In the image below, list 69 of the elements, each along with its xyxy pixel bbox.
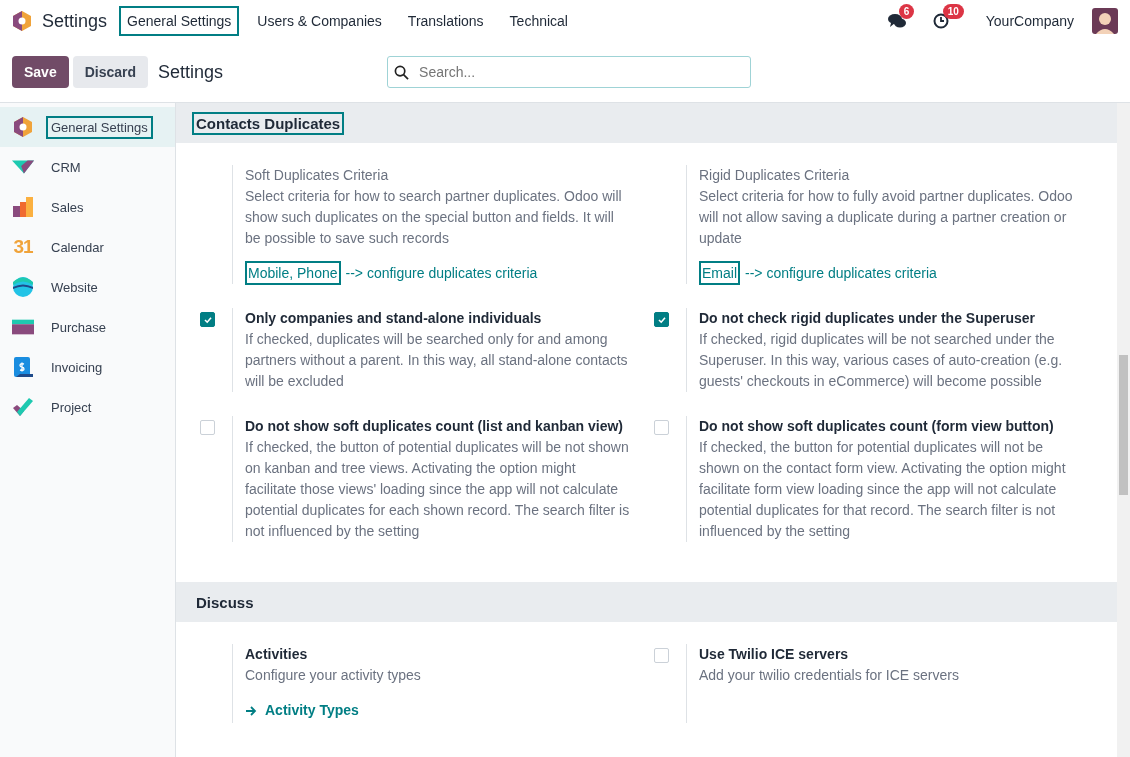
calendar-icon: 31 — [12, 236, 34, 258]
sidebar-label[interactable]: Invoicing — [46, 355, 108, 379]
clock-icon[interactable] — [931, 13, 950, 29]
sidebar-item[interactable]: Invoicing — [0, 347, 175, 387]
section-title: Discuss — [195, 592, 255, 613]
setting-title: Rigid Duplicates Criteria — [699, 166, 851, 185]
criteria-value[interactable]: Email — [699, 261, 740, 285]
checkmark-icon — [12, 396, 34, 418]
app-title[interactable]: Settings — [42, 10, 108, 32]
scrollbar-thumb[interactable] — [1119, 355, 1128, 495]
activity-types-link[interactable]: Activity Types — [245, 700, 359, 721]
setting-title: Use Twilio ICE servers — [699, 645, 850, 664]
setting-title: Do not check rigid duplicates under the Superuser — [699, 309, 1037, 328]
discard-button[interactable]: Discard — [72, 56, 149, 88]
notification-badge: 10 — [942, 4, 964, 19]
invoice-icon — [12, 356, 34, 378]
menu-item[interactable]: Technical — [501, 6, 576, 36]
sidebar-label[interactable]: CRM — [46, 155, 86, 179]
sidebar-label[interactable]: Calendar — [46, 235, 109, 259]
sidebar-item[interactable]: Project — [0, 387, 175, 427]
setting-description: Configure your activity types — [245, 666, 422, 685]
sidebar-item[interactable]: General Settings — [0, 107, 175, 147]
search-input[interactable]: Search... — [417, 63, 745, 81]
criteria-value[interactable]: Mobile, Phone — [245, 261, 341, 285]
search-field[interactable]: Search... — [387, 56, 752, 88]
bar-chart-icon — [12, 196, 34, 218]
sidebar-label[interactable]: Website — [46, 275, 103, 299]
sidebar-label[interactable]: Purchase — [46, 315, 111, 339]
setting-description: Select criteria for how to fully avoid partner duplicates. Odoo will not allow saving a duplicate during a partner creation or update — [699, 187, 1074, 248]
sidebar-label[interactable]: Sales — [46, 195, 89, 219]
checkbox[interactable] — [200, 312, 215, 327]
checkmark-icon — [656, 314, 667, 325]
breadcrumb: Settings — [158, 61, 225, 83]
setting-title: Do not show soft duplicates count (list and kanban view) — [245, 417, 625, 436]
configure-link[interactable]: --> configure duplicates criteria — [345, 265, 538, 281]
notification-badge: 6 — [898, 4, 915, 19]
app-logo-icon[interactable] — [12, 10, 32, 32]
menu-item[interactable]: General Settings — [119, 6, 240, 36]
configure-link[interactable]: --> configure duplicates criteria — [745, 265, 937, 281]
setting-title: Activities — [245, 645, 309, 664]
chat-bubbles-icon[interactable] — [887, 13, 906, 29]
sidebar-label[interactable]: Project — [46, 395, 97, 419]
arrow-right-icon — [245, 704, 257, 717]
sidebar-item[interactable]: Sales — [0, 187, 175, 227]
setting-title: Only companies and stand-alone individuals — [245, 309, 543, 328]
menu-item[interactable]: Users & Companies — [249, 6, 390, 36]
checkmark-icon — [202, 314, 213, 325]
sidebar-item[interactable]: Purchase — [0, 307, 175, 347]
company-name[interactable]: YourCompany — [985, 13, 1074, 29]
setting-description: If checked, rigid duplicates will be not searched under the Superuser. In this way, various cases of auto-creation (e.g. guests' checkouts in eCommerce) will become possible — [699, 330, 1064, 391]
avatar-icon[interactable] — [1092, 8, 1118, 34]
sidebar-label[interactable]: General Settings — [46, 115, 153, 139]
setting-description: Select criteria for how to search partner duplicates. Odoo will show such duplicates on the special button and fields. It will be possible to save such records — [245, 187, 623, 248]
save-button[interactable]: Save — [12, 56, 69, 88]
setting-description: If checked, duplicates will be searched only for and among partners without a parent. In this way, all stand-alone contacts will be excluded — [245, 330, 629, 391]
checkbox[interactable] — [654, 312, 669, 327]
setting-description: Add your twilio credentials for ICE servers — [699, 666, 960, 685]
section-title: Contacts Duplicates — [192, 111, 345, 135]
menu-item[interactable]: Translations — [399, 6, 492, 36]
globe-icon — [12, 276, 34, 298]
setting-title: Soft Duplicates Criteria — [245, 166, 390, 185]
setting-description: If checked, the button for potential duplicates will not be shown on the contact form view. Activating the option might facilitate form view loading since the app will not calculate potential duplicates for that record. The search filter is not influenced by the setting — [699, 438, 1067, 541]
sidebar-item[interactable]: Website — [0, 267, 175, 307]
sidebar-item[interactable]: 31 Calendar — [0, 227, 175, 267]
hexagon-icon — [12, 116, 34, 138]
search-icon — [394, 64, 410, 80]
setting-title: Do not show soft duplicates count (form view button) — [699, 417, 1055, 436]
sidebar-item[interactable]: CRM — [0, 147, 175, 187]
setting-description: If checked, the button of potential duplicates will be not shown on kanban and tree views. Activating the option might facilitate those views' loading since the app will not calculate potential duplicates for each shown record. The search filter is not influenced by the setting — [245, 438, 630, 541]
